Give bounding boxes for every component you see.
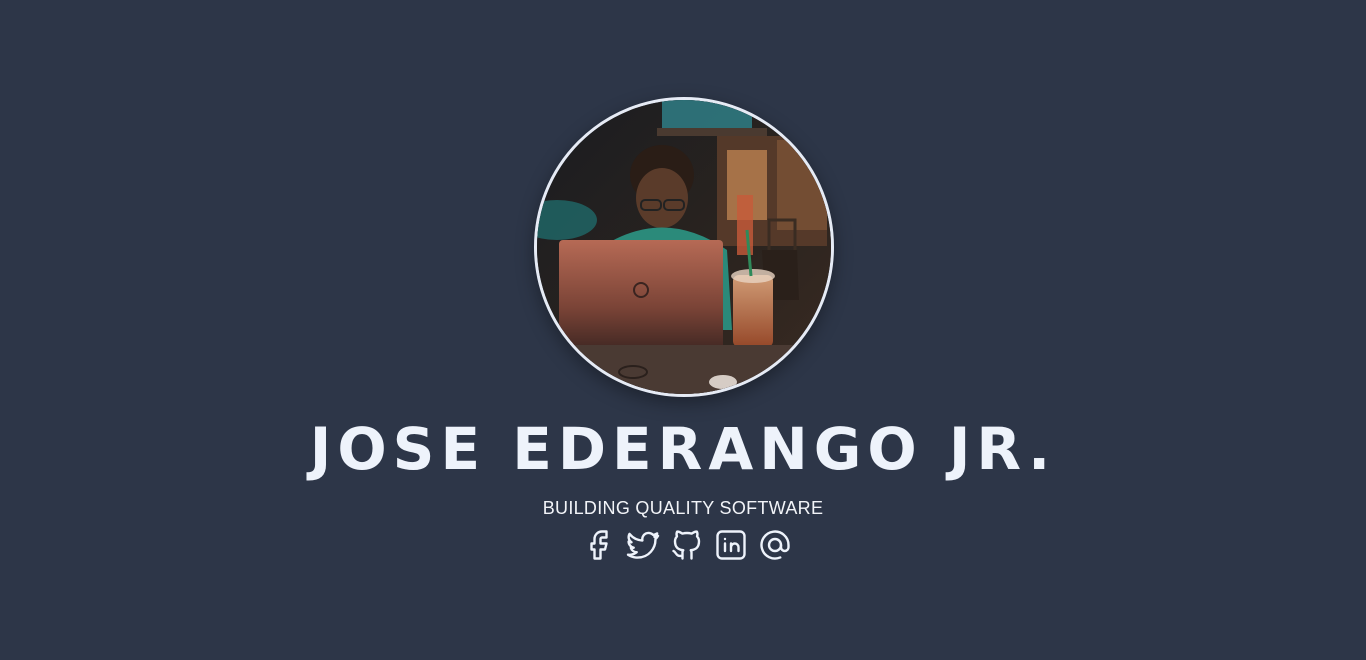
profile-photo <box>534 97 834 397</box>
profile-name: JOSE EDERANGO JR. <box>309 415 1057 483</box>
github-icon <box>672 530 701 560</box>
twitter-icon <box>626 531 660 559</box>
social-links <box>579 527 795 563</box>
github-link[interactable] <box>668 527 706 563</box>
facebook-icon <box>590 530 608 560</box>
linkedin-icon <box>716 530 746 560</box>
profile-tagline: BUILDING QUALITY SOFTWARE <box>542 498 824 518</box>
at-sign-icon <box>760 530 790 560</box>
facebook-link[interactable] <box>580 527 618 563</box>
linkedin-link[interactable] <box>712 527 750 563</box>
twitter-link[interactable] <box>624 527 662 563</box>
page: JOSE EDERANGO JR. BUILDING QUALITY SOFTW… <box>0 0 1366 660</box>
email-link[interactable] <box>756 527 794 563</box>
